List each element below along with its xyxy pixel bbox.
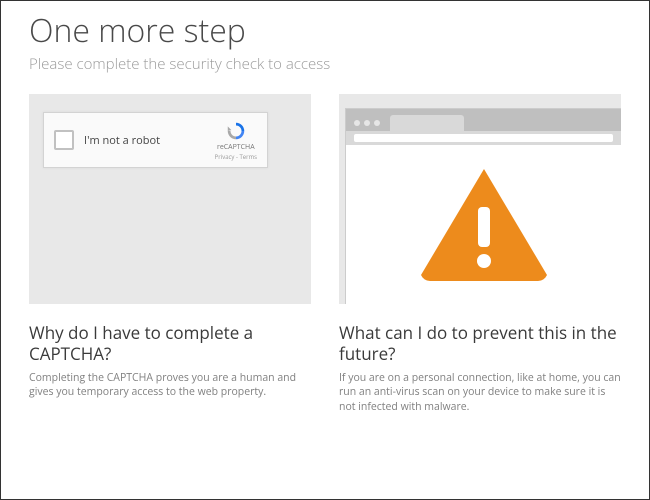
info-title: Why do I have to complete a CAPTCHA? xyxy=(29,322,311,365)
info-prevent-future: What can I do to prevent this in the fut… xyxy=(339,322,621,415)
captcha-panel: I'm not a robot reCAPTCHA Privacy - Term… xyxy=(29,94,311,304)
browser-toolbar xyxy=(346,131,621,145)
info-title: What can I do to prevent this in the fut… xyxy=(339,322,621,365)
page-subtitle: Please complete the security check to ac… xyxy=(29,54,621,74)
recaptcha-label: I'm not a robot xyxy=(84,133,215,148)
info-why-captcha: Why do I have to complete a CAPTCHA? Com… xyxy=(29,322,311,415)
window-dots-icon xyxy=(346,120,380,131)
browser-titlebar xyxy=(346,109,621,131)
browser-mock xyxy=(345,108,621,304)
warning-triangle-icon xyxy=(419,169,549,281)
recaptcha-logo-icon xyxy=(225,120,247,142)
address-bar xyxy=(354,134,613,142)
recaptcha-brand-name: reCAPTCHA xyxy=(217,143,255,152)
info-body: Completing the CAPTCHA proves you are a … xyxy=(29,371,311,400)
info-body: If you are on a personal connection, lik… xyxy=(339,371,621,415)
recaptcha-widget: I'm not a robot reCAPTCHA Privacy - Term… xyxy=(43,112,268,168)
recaptcha-brand: reCAPTCHA Privacy - Terms xyxy=(215,120,257,161)
recaptcha-terms-link[interactable]: Privacy - Terms xyxy=(215,153,257,161)
illustration-panel xyxy=(339,94,621,304)
browser-tab xyxy=(390,115,464,131)
page-title: One more step xyxy=(29,9,621,52)
recaptcha-checkbox[interactable] xyxy=(54,130,74,150)
